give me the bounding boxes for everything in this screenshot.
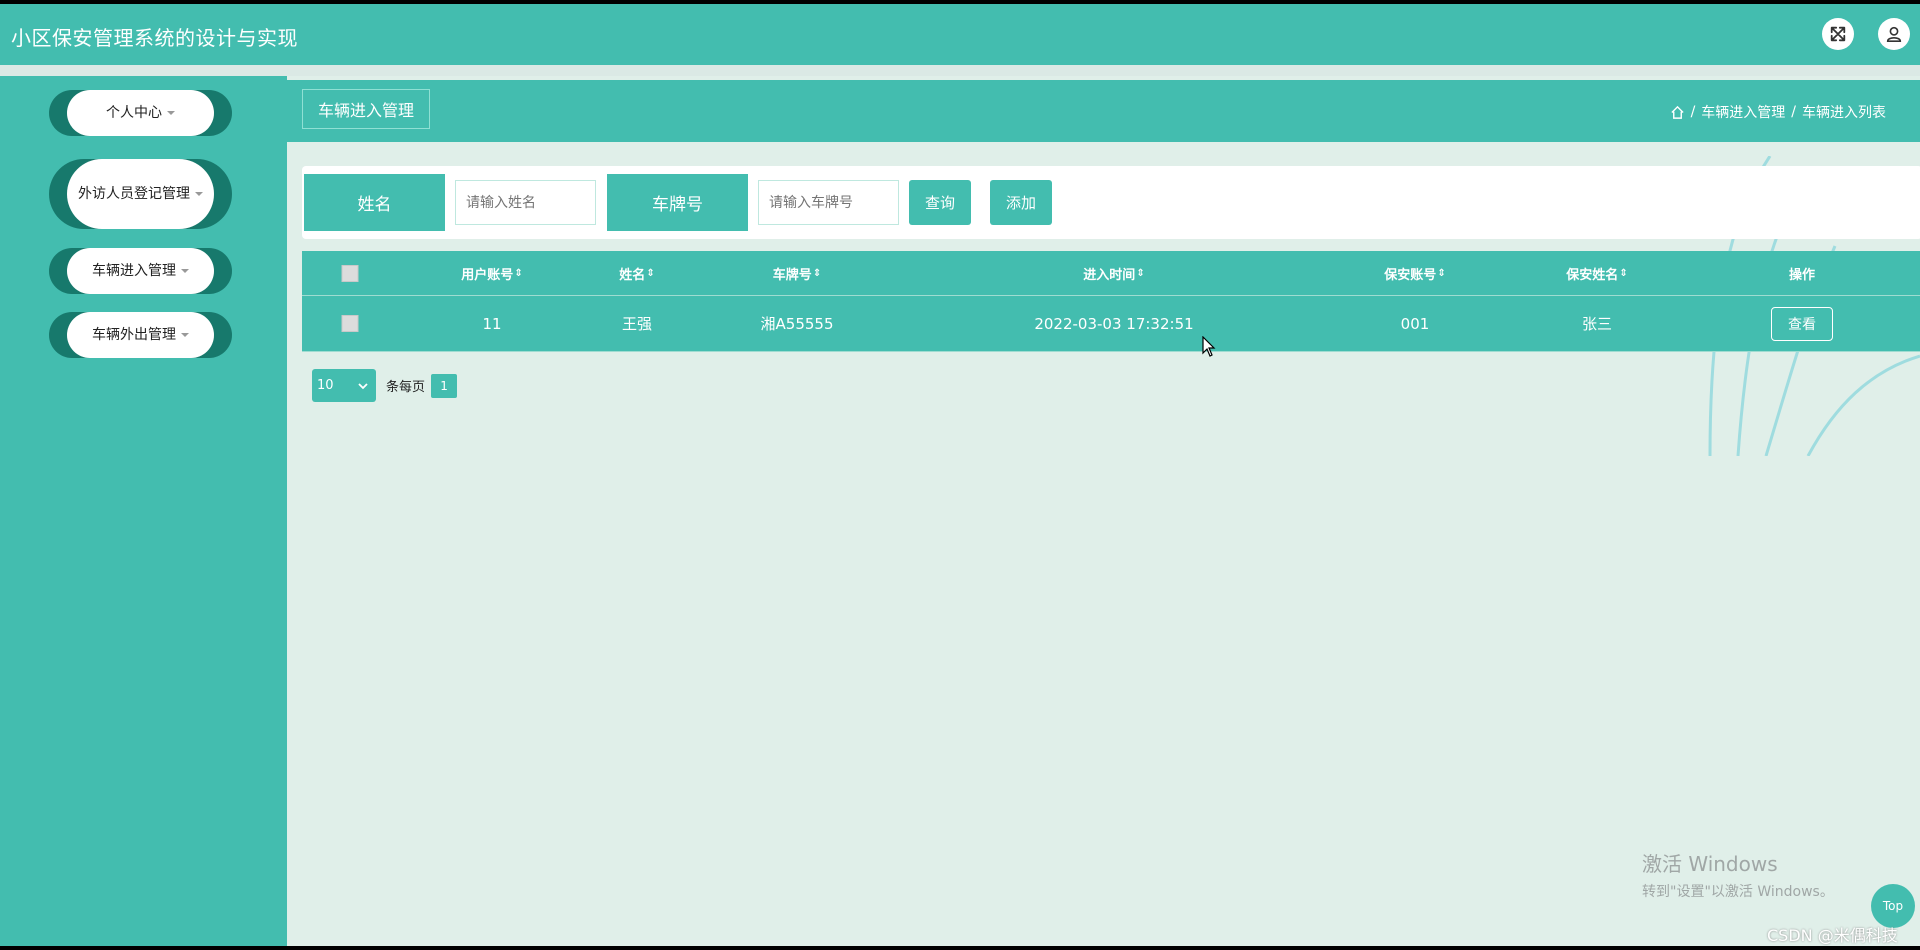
windows-activation-watermark: 激活 Windows 转到"设置"以激活 Windows。 — [1642, 848, 1834, 901]
watermark-subtitle: 转到"设置"以激活 Windows。 — [1642, 884, 1834, 900]
column-header-actions: 操作 — [1788, 267, 1816, 283]
sidebar-item-vehicle-exit[interactable]: 车辆外出管理 — [49, 312, 232, 358]
sidebar-item-visitor-registration[interactable]: 外访人员登记管理 — [49, 159, 232, 229]
sort-icon: ⇕ — [646, 267, 655, 279]
csdn-watermark: CSDN @米偶科技 — [1767, 926, 1898, 945]
table-row: 11 王强 湘A55555 2022-03-03 17:32:51 001 张三… — [302, 296, 1920, 352]
column-header-name[interactable]: 姓名 ⇕ — [619, 251, 654, 295]
user-icon — [1886, 26, 1902, 43]
sort-icon: ⇕ — [812, 267, 822, 279]
sidebar-item-label: 个人中心 — [106, 105, 162, 121]
cell-name: 王强 — [621, 315, 653, 333]
sidebar-item-vehicle-entry[interactable]: 车辆进入管理 — [49, 248, 232, 294]
breadcrumb-item: 车辆进入列表 — [1802, 105, 1886, 121]
table-header: 用户账号 ⇕ 姓名 ⇕ 车牌号 ⇕ 进入时间 ⇕ 保安账号 ⇕ 保安姓名 ⇕ 操作 — [302, 251, 1920, 296]
view-button[interactable]: 查看 — [1771, 306, 1833, 341]
sidebar-item-label: 外访人员登记管理 — [78, 186, 190, 202]
caret-down-icon — [195, 192, 203, 196]
main-content: 车辆进入管理 / 车辆进入管理 / 车辆进入列表 姓名 车牌号 查询 添加 — [287, 76, 1920, 946]
vehicle-entry-table: 用户账号 ⇕ 姓名 ⇕ 车牌号 ⇕ 进入时间 ⇕ 保安账号 ⇕ 保安姓名 ⇕ 操作 11 王… — [302, 251, 1920, 352]
cell-plate: 湘A55555 — [760, 315, 834, 333]
page-size-select[interactable]: 10 — [312, 369, 376, 402]
query-button[interactable]: 查询 — [909, 180, 971, 225]
plate-label: 车牌号 — [607, 174, 748, 231]
top-header: 小区保安管理系统的设计与实现 — [0, 4, 1920, 65]
mouse-cursor-icon — [1202, 336, 1216, 357]
cell-entry-time: 2022-03-03 17:32:51 — [1034, 314, 1194, 333]
breadcrumb-separator: / — [1690, 104, 1696, 120]
sort-icon: ⇕ — [1437, 267, 1446, 279]
breadcrumb-separator: / — [1791, 104, 1796, 120]
sidebar-item-label: 车辆进入管理 — [92, 263, 176, 279]
breadcrumb-item[interactable]: 车辆进入管理 — [1701, 102, 1785, 122]
home-icon[interactable] — [1670, 105, 1685, 120]
column-header-entry-time[interactable]: 进入时间 ⇕ — [1083, 251, 1144, 295]
sidebar-item-personal-center[interactable]: 个人中心 — [49, 90, 232, 136]
caret-down-icon — [167, 111, 175, 115]
header-divider — [0, 65, 1920, 76]
page-number-button[interactable]: 1 — [431, 373, 458, 398]
sort-icon: ⇕ — [1136, 267, 1145, 279]
app-title: 小区保安管理系统的设计与实现 — [11, 26, 298, 50]
fullscreen-button[interactable] — [1822, 18, 1854, 50]
caret-down-icon — [181, 269, 189, 273]
sidebar: 个人中心 外访人员登记管理 车辆进入管理 车辆外出管理 — [0, 76, 287, 946]
per-page-label: 条每页 — [386, 380, 426, 395]
row-checkbox[interactable] — [341, 296, 359, 351]
breadcrumb-bar: 车辆进入管理 / 车辆进入管理 / 车辆进入列表 — [287, 80, 1920, 142]
cell-user-account: 11 — [482, 314, 502, 333]
fullscreen-icon — [1830, 26, 1846, 42]
search-panel: 姓名 车牌号 查询 添加 — [302, 166, 1920, 239]
cell-guard-account: 001 — [1400, 314, 1430, 333]
plate-search-input[interactable] — [758, 180, 899, 225]
breadcrumb: / 车辆进入管理 / 车辆进入列表 — [1670, 102, 1886, 122]
sidebar-item-label: 车辆外出管理 — [92, 327, 176, 343]
user-button[interactable] — [1878, 18, 1910, 50]
cell-guard-name: 张三 — [1581, 315, 1613, 333]
column-header-guard-name[interactable]: 保安姓名 ⇕ — [1566, 251, 1627, 295]
cell-actions: 查看 — [1771, 296, 1833, 351]
column-header-plate[interactable]: 车牌号 ⇕ — [773, 251, 821, 295]
caret-down-icon — [181, 333, 189, 337]
name-search-input[interactable] — [455, 180, 596, 225]
watermark-title: 激活 Windows — [1642, 852, 1778, 876]
sort-icon: ⇕ — [1619, 267, 1628, 279]
add-button[interactable]: 添加 — [990, 180, 1052, 225]
page-size-value: 10 — [317, 378, 334, 393]
column-header-user-account[interactable]: 用户账号 ⇕ — [461, 251, 522, 295]
page-title: 车辆进入管理 — [302, 89, 431, 129]
chevron-down-icon — [358, 382, 368, 389]
select-all-checkbox[interactable] — [341, 251, 359, 295]
pagination: 10 条每页 1 — [312, 369, 458, 402]
sort-icon: ⇕ — [514, 267, 523, 279]
app-frame: 小区保安管理系统的设计与实现 个人中心 外访人员登记管理 车辆进入管理 车辆外出… — [0, 4, 1920, 946]
column-header-guard-account[interactable]: 保安账号 ⇕ — [1384, 251, 1445, 295]
name-label: 姓名 — [304, 174, 445, 231]
